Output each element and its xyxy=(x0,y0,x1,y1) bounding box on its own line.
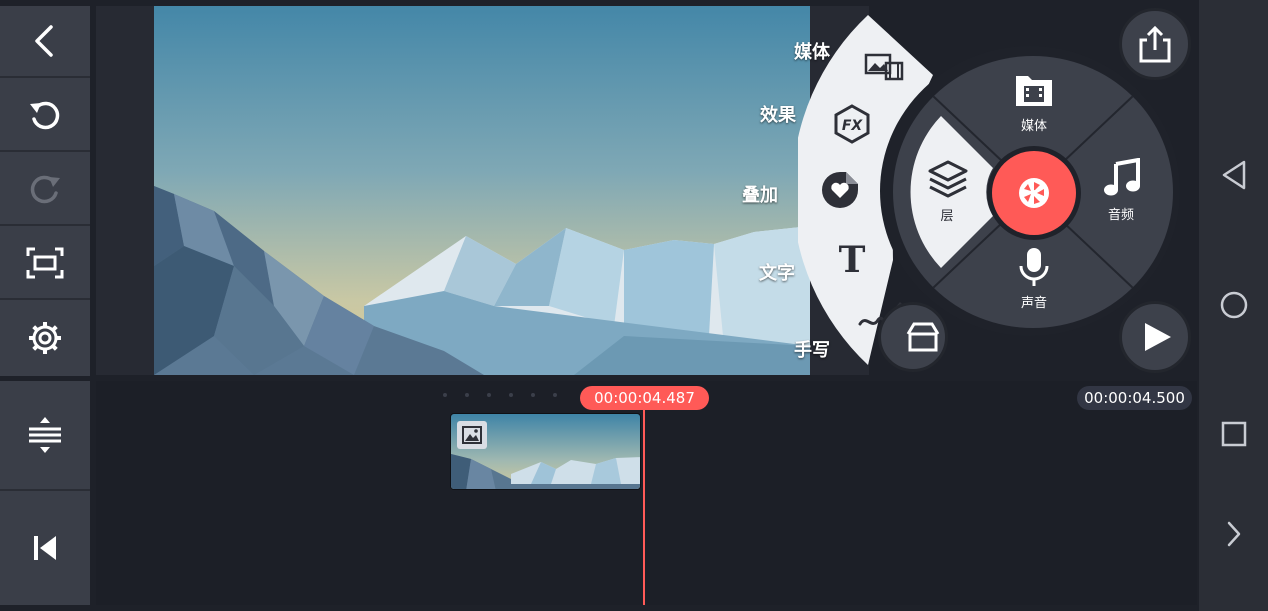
share-icon xyxy=(1139,25,1171,63)
wheel-media-button[interactable] xyxy=(1014,72,1054,112)
fullscreen-icon xyxy=(26,247,64,279)
wheel-voice-label: 声音 xyxy=(1020,296,1047,311)
layer-overlay-button[interactable] xyxy=(820,170,860,210)
fx-icon: FX xyxy=(834,104,870,144)
layers-icon xyxy=(928,160,968,198)
redo-icon xyxy=(30,175,60,204)
fullscreen-button[interactable] xyxy=(0,228,90,300)
microphone-icon xyxy=(1019,248,1049,286)
layer-effect-label: 效果 xyxy=(760,105,796,126)
wheel-audio-button[interactable] xyxy=(1102,157,1142,198)
layer-handwriting-label: 手写 xyxy=(794,340,830,361)
android-nav-bar xyxy=(1199,0,1268,611)
nav-home-icon xyxy=(1220,291,1247,319)
layer-text-label: 文字 xyxy=(759,263,795,284)
wheel-layer-label: 层 xyxy=(940,209,954,224)
undo-button[interactable] xyxy=(0,80,90,152)
back-button[interactable] xyxy=(0,6,90,78)
redo-button[interactable] xyxy=(0,154,90,226)
svg-text:FX: FX xyxy=(842,118,864,134)
timeline-clip[interactable] xyxy=(450,413,641,490)
chevron-right-icon xyxy=(1227,521,1240,547)
playhead-time: 00:00:04.487 xyxy=(580,386,709,410)
skip-to-start-icon xyxy=(34,536,56,560)
skip-to-start-button[interactable] xyxy=(0,493,90,603)
wheel-layer-button[interactable] xyxy=(926,158,970,202)
back-icon xyxy=(35,25,53,57)
svg-text:T: T xyxy=(839,239,866,278)
total-duration: 00:00:04.500 xyxy=(1077,386,1192,410)
wheel-media-label: 媒体 xyxy=(1020,119,1047,134)
undo-icon xyxy=(30,101,60,130)
nav-recents-icon xyxy=(1221,421,1246,447)
layer-overlay-label: 叠加 xyxy=(742,185,778,206)
layer-media-label: 媒体 xyxy=(794,42,830,63)
record-button[interactable] xyxy=(992,151,1076,235)
playhead-line[interactable] xyxy=(643,408,645,605)
media-folder-icon xyxy=(1016,76,1052,106)
timeline-expand-icon xyxy=(29,417,61,453)
play-icon xyxy=(1145,323,1171,351)
music-note-icon xyxy=(1104,157,1140,196)
layer-effect-button[interactable]: FX xyxy=(832,104,872,144)
play-button[interactable] xyxy=(1119,301,1191,373)
nav-back-icon xyxy=(1222,160,1245,190)
wheel-voice-button[interactable] xyxy=(1016,246,1052,290)
record-icon xyxy=(1019,178,1049,208)
wheel-audio-label: 音频 xyxy=(1107,208,1134,223)
nav-recents-button[interactable] xyxy=(1199,404,1268,464)
timeline-tools xyxy=(0,381,90,605)
timeline-expand-button[interactable] xyxy=(0,381,90,491)
text-icon: T xyxy=(839,239,866,281)
timeline-markers xyxy=(443,393,557,397)
layer-text-button[interactable]: T xyxy=(832,238,872,281)
share-button[interactable] xyxy=(1119,8,1191,80)
nav-expand-button[interactable] xyxy=(1199,504,1268,564)
nav-back-button[interactable] xyxy=(1199,145,1268,205)
timeline[interactable] xyxy=(96,381,1197,605)
settings-icon xyxy=(29,322,61,354)
settings-button[interactable] xyxy=(0,302,90,374)
image-clip-icon xyxy=(457,421,487,449)
sticker-icon xyxy=(822,172,858,208)
nav-home-button[interactable] xyxy=(1199,275,1268,335)
left-toolbar xyxy=(0,6,90,376)
